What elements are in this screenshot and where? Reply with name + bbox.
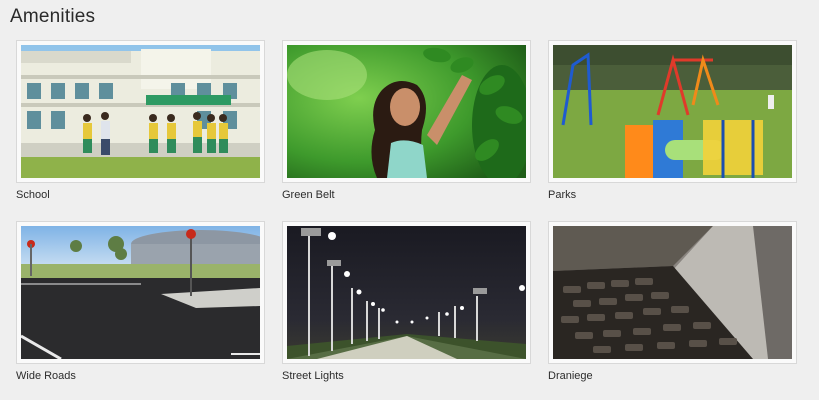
amenity-label: School bbox=[16, 189, 50, 201]
street-lights-photo[interactable] bbox=[287, 226, 526, 359]
photo-frame bbox=[16, 40, 265, 183]
amenity-label: Parks bbox=[548, 189, 577, 201]
photo-frame bbox=[548, 221, 797, 364]
draniege-photo[interactable] bbox=[553, 226, 792, 359]
amenity-card-draniege[interactable]: Draniege bbox=[548, 221, 797, 382]
photo-frame bbox=[548, 40, 797, 183]
amenity-label: Wide Roads bbox=[16, 370, 76, 382]
amenity-label: Street Lights bbox=[282, 370, 344, 382]
amenity-card-street-lights[interactable]: Street Lights bbox=[282, 221, 531, 382]
photo-frame bbox=[282, 221, 531, 364]
section-title: Amenities bbox=[10, 6, 96, 27]
amenity-card-parks[interactable]: Parks bbox=[548, 40, 797, 201]
photo-frame bbox=[282, 40, 531, 183]
green-belt-photo[interactable] bbox=[287, 45, 526, 178]
school-photo[interactable] bbox=[21, 45, 260, 178]
amenity-card-school[interactable]: School bbox=[16, 40, 265, 201]
photo-frame bbox=[16, 221, 265, 364]
wide-roads-photo[interactable] bbox=[21, 226, 260, 359]
parks-photo[interactable] bbox=[553, 45, 792, 178]
amenity-card-green-belt[interactable]: Green Belt bbox=[282, 40, 531, 201]
amenity-label: Draniege bbox=[548, 370, 593, 382]
amenity-label: Green Belt bbox=[282, 189, 335, 201]
amenity-card-wide-roads[interactable]: Wide Roads bbox=[16, 221, 265, 382]
